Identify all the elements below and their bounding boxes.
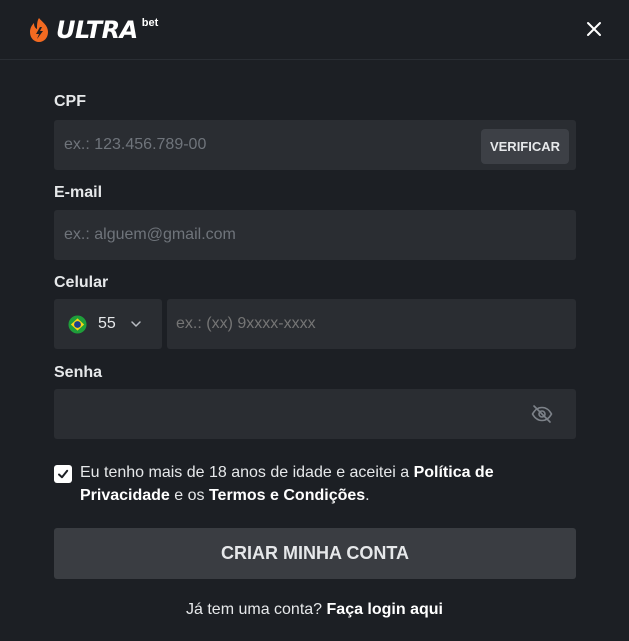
brand-logo: ULTRA bet	[26, 16, 158, 44]
verify-button[interactable]: VERIFICAR	[481, 129, 569, 164]
email-field	[54, 210, 576, 260]
brand-sub: bet	[141, 17, 159, 29]
terms-text-c: .	[365, 487, 370, 504]
create-account-button[interactable]: CRIAR MINHA CONTA	[54, 528, 576, 579]
login-prompt-text: Já tem uma conta?	[186, 601, 327, 618]
phone-label: Celular	[54, 274, 109, 291]
terms-text: Eu tenho mais de 18 anos de idade e acei…	[80, 461, 560, 507]
country-code-value: 55	[98, 315, 116, 332]
eye-off-icon[interactable]	[531, 404, 553, 424]
check-icon	[58, 469, 69, 479]
password-field	[54, 389, 576, 439]
brand-name: ULTRA	[56, 16, 138, 44]
login-prompt: Já tem uma conta? Faça login aqui	[0, 601, 629, 619]
terms-text-a: Eu tenho mais de 18 anos de idade e acei…	[80, 464, 414, 481]
chevron-down-icon	[131, 321, 141, 327]
terms-text-b: e os	[169, 487, 209, 504]
password-input[interactable]	[54, 389, 576, 439]
terms-checkbox[interactable]	[54, 465, 72, 483]
close-button[interactable]	[582, 17, 606, 41]
flame-logo-icon	[30, 18, 48, 42]
terms-conditions-link[interactable]: Termos e Condições	[209, 487, 365, 504]
modal-header: ULTRA bet	[0, 0, 629, 60]
password-label: Senha	[54, 364, 103, 381]
cpf-label: CPF	[54, 93, 86, 110]
country-code-select[interactable]: 55	[54, 299, 162, 349]
phone-field	[167, 299, 576, 349]
close-icon	[587, 22, 601, 36]
email-input[interactable]	[54, 210, 576, 260]
cpf-field: VERIFICAR	[54, 120, 576, 170]
phone-input[interactable]	[167, 299, 576, 349]
login-link[interactable]: Faça login aqui	[327, 601, 443, 618]
brazil-flag-icon	[68, 314, 87, 334]
email-label: E-mail	[54, 184, 103, 201]
